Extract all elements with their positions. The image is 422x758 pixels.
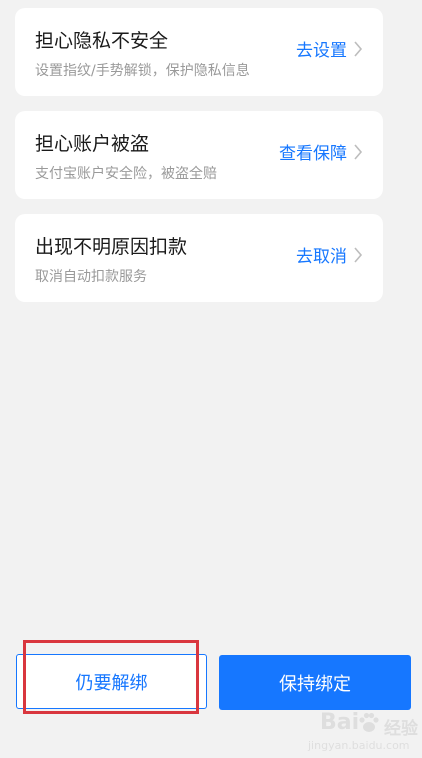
go-cancel-link[interactable]: 去取消 <box>296 242 363 267</box>
chevron-right-icon <box>354 246 363 263</box>
watermark-brand-prefix: Bai <box>320 710 360 735</box>
keep-binding-button[interactable]: 保持绑定 <box>219 655 411 710</box>
card-title: 出现不明原因扣款 <box>35 236 188 258</box>
action-label: 去设置 <box>296 41 347 61</box>
card-subtitle: 支付宝账户安全险，被盗全赔 <box>35 166 217 182</box>
card-subtitle: 取消自动扣款服务 <box>35 269 147 285</box>
view-protection-link[interactable]: 查看保障 <box>279 139 363 164</box>
baidu-jingyan-watermark: Bai 经验 jingyan.baidu.com <box>298 708 418 754</box>
watermark-brand-suffix: 经验 <box>384 719 418 739</box>
baidu-paw-icon <box>359 712 379 732</box>
chevron-right-icon <box>354 143 363 160</box>
go-settings-link[interactable]: 去设置 <box>296 36 363 61</box>
card-title: 担心账户被盗 <box>35 133 150 155</box>
card-title: 担心隐私不安全 <box>35 30 169 52</box>
action-label: 查看保障 <box>279 144 347 164</box>
card-account-theft: 担心账户被盗 支付宝账户安全险，被盗全赔 查看保障 <box>15 111 383 199</box>
action-label: 去取消 <box>296 247 347 267</box>
still-unbind-button[interactable]: 仍要解绑 <box>16 654 207 709</box>
card-privacy: 担心隐私不安全 设置指纹/手势解锁，保护隐私信息 去设置 <box>15 8 383 96</box>
watermark-url: jingyan.baidu.com <box>308 739 410 752</box>
card-subtitle: 设置指纹/手势解锁，保护隐私信息 <box>35 63 250 79</box>
chevron-right-icon <box>354 40 363 57</box>
card-unknown-charge: 出现不明原因扣款 取消自动扣款服务 去取消 <box>15 214 383 302</box>
